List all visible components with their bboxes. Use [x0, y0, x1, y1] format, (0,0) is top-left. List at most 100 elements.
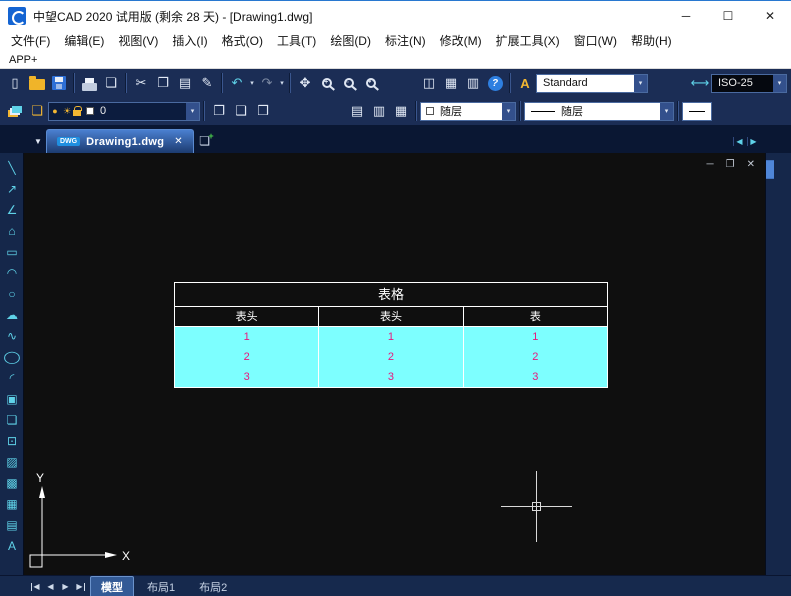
table-header-cell: 表头 — [175, 307, 318, 326]
menu-file[interactable]: 文件(F) — [4, 31, 57, 51]
chevron-down-icon[interactable]: ▾ — [773, 75, 786, 92]
layer-combo[interactable]: ● ☀ 0 ▾ — [48, 102, 200, 121]
linetype-combo[interactable]: 随层 ▾ — [524, 102, 674, 121]
lineweight-combo[interactable] — [682, 102, 712, 121]
sheet-grid-button[interactable]: ▦ — [440, 72, 462, 94]
minimize-button[interactable]: ─ — [665, 1, 707, 31]
menu-format[interactable]: 格式(O) — [215, 31, 270, 51]
linetype-manager-button[interactable]: ▤ — [346, 100, 368, 122]
cut-button[interactable]: ✂ — [130, 72, 152, 94]
quick-view-button[interactable]: ▥ — [462, 72, 484, 94]
child-minimize-button[interactable]: ─ — [707, 159, 714, 170]
menu-dimension[interactable]: 标注(N) — [378, 31, 433, 51]
redo-dropdown[interactable]: ▾ — [278, 79, 286, 87]
pan-button[interactable]: ✥ — [294, 72, 316, 94]
tab-scroll-right-button[interactable]: ▶ — [747, 137, 759, 146]
text-style-value: Standard — [537, 77, 634, 89]
menu-bar: 文件(F) 编辑(E) 视图(V) 插入(I) 格式(O) 工具(T) 绘图(D… — [0, 31, 791, 51]
window-controls: ─ ☐ ✕ — [665, 1, 791, 31]
layout1-tab[interactable]: 布局1 — [136, 576, 186, 596]
menu-draw[interactable]: 绘图(D) — [323, 31, 378, 51]
tab-scroll-left-button[interactable]: ◀ — [733, 137, 745, 146]
ellipse-arc-tool-button[interactable]: ◜ — [1, 367, 23, 388]
gradient-tool-button[interactable]: ▩ — [1, 472, 23, 493]
color-combo[interactable]: 随层 ▾ — [420, 102, 516, 121]
toolbar-separator — [415, 101, 417, 121]
menu-express[interactable]: 扩展工具(X) — [489, 31, 567, 51]
arc-tool-button[interactable]: ◠ — [1, 262, 23, 283]
revcloud-tool-button[interactable]: ☁ — [1, 304, 23, 325]
circle-tool-button[interactable]: ○ — [1, 283, 23, 304]
undo-button[interactable]: ↶ — [226, 72, 248, 94]
table-tool-button[interactable]: ▤ — [1, 514, 23, 535]
first-tab-button[interactable]: ◀ — [28, 579, 43, 595]
layer-properties-button[interactable] — [4, 100, 26, 122]
layer-states-manager-button[interactable]: ❒ — [252, 100, 274, 122]
zoom-realtime-button[interactable]: + — [316, 72, 338, 94]
close-button[interactable]: ✕ — [749, 1, 791, 31]
new-drawing-button[interactable]: ❏ + — [194, 129, 216, 153]
app-plus-menu[interactable]: APP+ — [0, 54, 46, 66]
color-control-button[interactable]: ▥ — [368, 100, 390, 122]
make-layer-current-button[interactable]: ❐ — [208, 100, 230, 122]
document-tab[interactable]: dwg Drawing1.dwg ✕ — [46, 129, 194, 153]
drawing-canvas[interactable]: ─ ❐ ✕ 表格 表头 表头 表 1 1 1 — [24, 153, 765, 575]
rectangle-tool-button[interactable]: ▭ — [1, 241, 23, 262]
region-tool-button[interactable]: ▦ — [1, 493, 23, 514]
layer-previous-button[interactable]: ❑ — [230, 100, 252, 122]
menu-insert[interactable]: 插入(I) — [165, 31, 214, 51]
child-restore-button[interactable]: ❐ — [726, 159, 735, 170]
layer-states-button[interactable]: ❏ — [26, 100, 48, 122]
copy-button[interactable]: ❐ — [152, 72, 174, 94]
redo-button[interactable]: ↷ — [256, 72, 278, 94]
ellipse-tool-button[interactable]: ◯ — [0, 346, 26, 367]
previous-tab-button[interactable]: ◀ — [43, 579, 58, 595]
dim-style-combo[interactable]: ISO-25 ▾ — [711, 74, 787, 93]
menu-modify[interactable]: 修改(M) — [433, 31, 489, 51]
plot-button[interactable] — [78, 72, 100, 94]
layout2-tab[interactable]: 布局2 — [188, 576, 238, 596]
ray-tool-button[interactable]: ↗ — [1, 178, 23, 199]
polygon-tool-button[interactable]: ⌂ — [1, 220, 23, 241]
polyline-tool-button[interactable]: ∠ — [1, 199, 23, 220]
zoom-window-button[interactable]: ▫ — [338, 72, 360, 94]
menu-tools[interactable]: 工具(T) — [270, 31, 323, 51]
zoom-previous-button[interactable]: ↶ — [360, 72, 382, 94]
mtext-tool-button[interactable]: A — [1, 535, 23, 556]
hatch-tool-button[interactable]: ▨ — [1, 451, 23, 472]
table-cell: 3 — [318, 367, 462, 387]
menu-view[interactable]: 视图(V) — [111, 31, 165, 51]
last-tab-button[interactable]: ▶ — [73, 579, 88, 595]
text-style-combo[interactable]: Standard ▾ — [536, 74, 648, 93]
lineweight-settings-button[interactable]: ▦ — [390, 100, 412, 122]
open-file-button[interactable] — [26, 72, 48, 94]
help-button[interactable]: ? — [484, 72, 506, 94]
make-block-tool-button[interactable]: ❏ — [1, 409, 23, 430]
match-properties-button[interactable]: ✎ — [196, 72, 218, 94]
plot-preview-button[interactable]: ❏ — [100, 72, 122, 94]
point-tool-button[interactable]: ⊡ — [1, 430, 23, 451]
tab-close-icon[interactable]: ✕ — [174, 136, 182, 147]
chevron-down-icon[interactable]: ▾ — [660, 103, 673, 120]
spline-tool-button[interactable]: ∿ — [1, 325, 23, 346]
file-list-dropdown[interactable]: ▼ — [30, 129, 46, 153]
new-file-button[interactable]: ▯ — [4, 72, 26, 94]
undo-dropdown[interactable]: ▾ — [248, 79, 256, 87]
chevron-down-icon[interactable]: ▾ — [634, 75, 647, 92]
viewports-button[interactable]: ◫ — [418, 72, 440, 94]
chevron-down-icon[interactable]: ▾ — [186, 103, 199, 120]
child-close-button[interactable]: ✕ — [747, 159, 755, 170]
chevron-down-icon[interactable]: ▾ — [502, 103, 515, 120]
insert-block-tool-button[interactable]: ▣ — [1, 388, 23, 409]
menu-window[interactable]: 窗口(W) — [567, 31, 624, 51]
save-button[interactable] — [48, 72, 70, 94]
menu-help[interactable]: 帮助(H) — [624, 31, 679, 51]
cad-table[interactable]: 表格 表头 表头 表 1 1 1 2 2 2 — [174, 282, 608, 388]
maximize-button[interactable]: ☐ — [707, 1, 749, 31]
next-tab-button[interactable]: ▶ — [58, 579, 73, 595]
paste-button[interactable]: ▤ — [174, 72, 196, 94]
menu-edit[interactable]: 编辑(E) — [57, 31, 111, 51]
model-tab[interactable]: 模型 — [90, 576, 134, 596]
line-tool-button[interactable]: ╲ — [1, 157, 23, 178]
sheet-set-palette-icon[interactable] — [772, 160, 774, 179]
